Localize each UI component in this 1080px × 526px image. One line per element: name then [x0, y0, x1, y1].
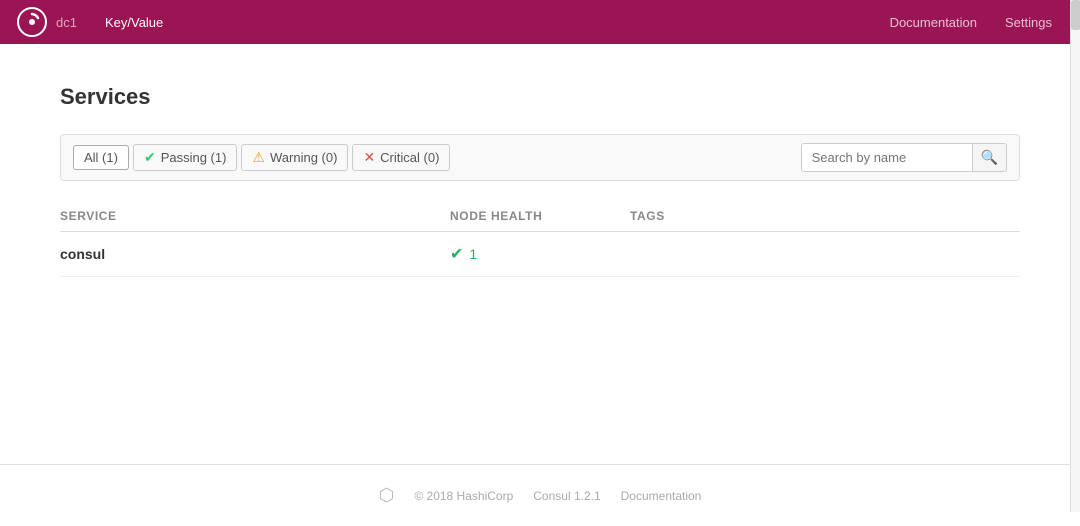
- footer-doc-link[interactable]: Documentation: [621, 489, 702, 503]
- nav-settings[interactable]: Settings: [993, 0, 1064, 44]
- filter-passing-label: Passing (1): [161, 150, 227, 165]
- hashicorp-logo-icon: ⬡: [379, 485, 395, 506]
- footer: ⬡ © 2018 HashiCorp Consul 1.2.1 Document…: [0, 464, 1080, 526]
- filter-warning[interactable]: ⚠ Warning (0): [241, 144, 348, 171]
- nav-acl[interactable]: ACL: [93, 44, 175, 88]
- filter-critical-label: Critical (0): [380, 150, 439, 165]
- service-name[interactable]: consul: [60, 246, 450, 262]
- header-right: Documentation Settings: [878, 0, 1064, 44]
- critical-icon: ✕: [363, 149, 375, 166]
- col-nodehealth: Node Health: [450, 209, 630, 223]
- nav-keyvalue[interactable]: Key/Value: [93, 0, 175, 44]
- scrollbar-thumb[interactable]: [1071, 0, 1080, 30]
- table-header: Service Node Health Tags: [60, 201, 1020, 232]
- passing-icon: ✔: [144, 149, 156, 166]
- page-title: Services: [60, 84, 1020, 110]
- table-row: consul ✔ 1: [60, 232, 1020, 277]
- health-passing-icon: ✔: [450, 244, 463, 264]
- filter-critical[interactable]: ✕ Critical (0): [352, 144, 450, 171]
- warning-icon: ⚠: [252, 149, 265, 166]
- footer-copyright: © 2018 HashiCorp: [414, 489, 513, 503]
- filter-passing[interactable]: ✔ Passing (1): [133, 144, 237, 171]
- scrollbar-track[interactable]: [1070, 0, 1080, 512]
- search-button[interactable]: 🔍: [972, 144, 1006, 171]
- node-health-cell: ✔ 1: [450, 244, 630, 264]
- consul-logo-icon: [16, 6, 48, 38]
- header-left: dc1 Services Nodes Key/Value ACL Intenti…: [16, 0, 175, 132]
- footer-version: Consul 1.2.1: [533, 489, 600, 503]
- filter-buttons: All (1) ✔ Passing (1) ⚠ Warning (0) ✕ Cr…: [73, 144, 450, 171]
- main-header: dc1 Services Nodes Key/Value ACL Intenti…: [0, 0, 1080, 44]
- filter-all-label: All (1): [84, 150, 118, 165]
- filter-all[interactable]: All (1): [73, 145, 129, 170]
- col-service: Service: [60, 209, 450, 223]
- dc-label: dc1: [56, 15, 77, 30]
- main-nav: Services Nodes Key/Value ACL Intentions: [93, 0, 175, 132]
- search-input[interactable]: [802, 145, 972, 170]
- col-tags: Tags: [630, 209, 1020, 223]
- filter-bar: All (1) ✔ Passing (1) ⚠ Warning (0) ✕ Cr…: [60, 134, 1020, 181]
- nav-documentation[interactable]: Documentation: [878, 0, 989, 44]
- filter-warning-label: Warning (0): [270, 150, 337, 165]
- search-area: 🔍: [801, 143, 1007, 172]
- search-icon: 🔍: [981, 149, 998, 165]
- logo-area: dc1: [16, 6, 81, 38]
- health-count: 1: [469, 246, 477, 262]
